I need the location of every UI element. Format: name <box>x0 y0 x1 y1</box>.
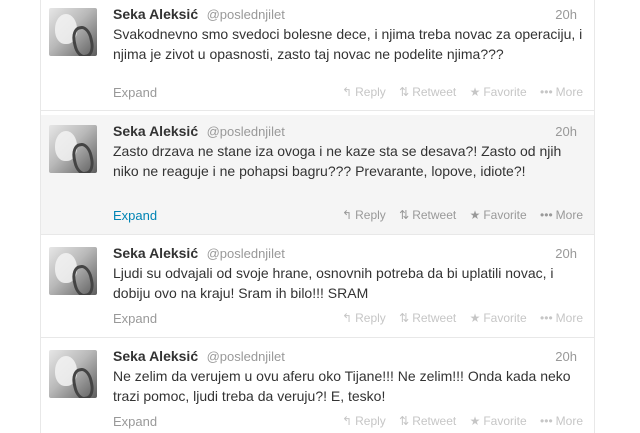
author-name[interactable]: Seka Aleksić <box>113 123 198 139</box>
retweet-label: Retweet <box>412 208 457 222</box>
reply-arrow-icon: ↰ <box>342 208 353 222</box>
more-button[interactable]: ••• More <box>540 414 583 428</box>
avatar[interactable] <box>49 350 97 398</box>
retweet-label: Retweet <box>412 85 457 99</box>
reply-button[interactable]: ↰ Reply <box>342 414 386 428</box>
author-name[interactable]: Seka Aleksić <box>113 6 198 22</box>
star-icon: ★ <box>469 311 481 325</box>
author-handle[interactable]: @poslednjilet <box>207 246 285 261</box>
retweet-icon: ⇅ <box>399 311 410 325</box>
retweet-icon: ⇅ <box>399 85 410 99</box>
more-label: More <box>555 85 583 99</box>
action-buttons: ↰ Reply ⇅ Retweet ★ Favorite ••• More <box>332 414 583 428</box>
more-button[interactable]: ••• More <box>540 208 583 222</box>
tweet-text: Zasto drzava ne stane iza ovoga i ne kaz… <box>113 143 562 179</box>
tweet[interactable]: Seka Aleksić @poslednjilet 20h Svakodnev… <box>41 0 594 111</box>
more-label: More <box>555 311 583 325</box>
tweet-header: Seka Aleksić @poslednjilet 20h <box>113 6 583 24</box>
more-label: More <box>555 414 583 428</box>
tweet-timestamp[interactable]: 20h <box>555 246 577 261</box>
favorite-label: Favorite <box>483 414 527 428</box>
tweet-actions: Expand ↰ Reply ⇅ Retweet ★ Favorite ••• More <box>113 208 585 224</box>
reply-label: Reply <box>355 311 386 325</box>
action-buttons: ↰ Reply ⇅ Retweet ★ Favorite ••• More <box>332 85 583 99</box>
author-handle[interactable]: @poslednjilet <box>207 124 285 139</box>
reply-label: Reply <box>355 85 386 99</box>
tweet-header: Seka Aleksić @poslednjilet 20h <box>113 245 583 263</box>
tweet[interactable]: Seka Aleksić @poslednjilet 20h Ne zelim … <box>41 340 594 433</box>
tweet-text: Svakodnevno smo svedoci bolesne dece, i … <box>113 26 583 62</box>
author-handle[interactable]: @poslednjilet <box>207 7 285 22</box>
reply-button[interactable]: ↰ Reply <box>342 85 386 99</box>
action-buttons: ↰ Reply ⇅ Retweet ★ Favorite ••• More <box>332 208 583 222</box>
star-icon: ★ <box>469 414 481 428</box>
reply-arrow-icon: ↰ <box>342 311 353 325</box>
reply-label: Reply <box>355 208 386 222</box>
avatar[interactable] <box>49 8 97 56</box>
expand-link[interactable]: Expand <box>113 414 157 429</box>
expand-link[interactable]: Expand <box>113 85 157 100</box>
more-dots-icon: ••• <box>540 208 553 222</box>
author-name[interactable]: Seka Aleksić <box>113 348 198 364</box>
favorite-button[interactable]: ★ Favorite <box>470 311 527 325</box>
expand-link[interactable]: Expand <box>113 311 157 326</box>
tweet-actions: Expand ↰ Reply ⇅ Retweet ★ Favorite ••• More <box>113 85 585 101</box>
retweet-icon: ⇅ <box>399 208 410 222</box>
author-name[interactable]: Seka Aleksić <box>113 245 198 261</box>
retweet-button[interactable]: ⇅ Retweet <box>399 311 456 325</box>
retweet-button[interactable]: ⇅ Retweet <box>399 414 456 428</box>
reply-label: Reply <box>355 414 386 428</box>
reply-button[interactable]: ↰ Reply <box>342 208 386 222</box>
more-dots-icon: ••• <box>540 414 553 428</box>
favorite-button[interactable]: ★ Favorite <box>470 85 527 99</box>
retweet-label: Retweet <box>412 311 457 325</box>
tweet[interactable]: Seka Aleksić @poslednjilet 20h Ljudi su … <box>41 237 594 338</box>
favorite-label: Favorite <box>483 311 527 325</box>
tweet-timeline: Seka Aleksić @poslednjilet 20h Svakodnev… <box>40 0 595 433</box>
tweet-text: Ljudi su odvajali od svoje hrane, osnovn… <box>113 265 554 301</box>
expand-link[interactable]: Expand <box>113 208 157 223</box>
reply-arrow-icon: ↰ <box>342 414 353 428</box>
more-dots-icon: ••• <box>540 85 553 99</box>
tweet-actions: Expand ↰ Reply ⇅ Retweet ★ Favorite ••• More <box>113 311 585 327</box>
more-button[interactable]: ••• More <box>540 85 583 99</box>
retweet-button[interactable]: ⇅ Retweet <box>399 208 456 222</box>
reply-button[interactable]: ↰ Reply <box>342 311 386 325</box>
more-dots-icon: ••• <box>540 311 553 325</box>
author-handle[interactable]: @poslednjilet <box>207 349 285 364</box>
avatar[interactable] <box>49 125 97 173</box>
tweet-actions: Expand ↰ Reply ⇅ Retweet ★ Favorite ••• More <box>113 414 585 430</box>
favorite-label: Favorite <box>483 208 527 222</box>
retweet-icon: ⇅ <box>399 414 410 428</box>
star-icon: ★ <box>469 85 481 99</box>
action-buttons: ↰ Reply ⇅ Retweet ★ Favorite ••• More <box>332 311 583 325</box>
more-label: More <box>555 208 583 222</box>
avatar[interactable] <box>49 247 97 295</box>
tweet-header: Seka Aleksić @poslednjilet 20h <box>113 123 583 141</box>
tweet-timestamp[interactable]: 20h <box>555 7 577 22</box>
reply-arrow-icon: ↰ <box>342 85 353 99</box>
tweet-timestamp[interactable]: 20h <box>555 349 577 364</box>
tweet-header: Seka Aleksić @poslednjilet 20h <box>113 348 583 366</box>
tweet-text: Ne zelim da verujem u ovu aferu oko Tija… <box>113 368 571 404</box>
retweet-label: Retweet <box>412 414 457 428</box>
more-button[interactable]: ••• More <box>540 311 583 325</box>
star-icon: ★ <box>469 208 481 222</box>
favorite-button[interactable]: ★ Favorite <box>470 208 527 222</box>
retweet-button[interactable]: ⇅ Retweet <box>399 85 456 99</box>
tweet-timestamp[interactable]: 20h <box>555 124 577 139</box>
tweet[interactable]: Seka Aleksić @poslednjilet 20h Zasto drz… <box>41 115 594 235</box>
favorite-label: Favorite <box>483 85 527 99</box>
favorite-button[interactable]: ★ Favorite <box>470 414 527 428</box>
